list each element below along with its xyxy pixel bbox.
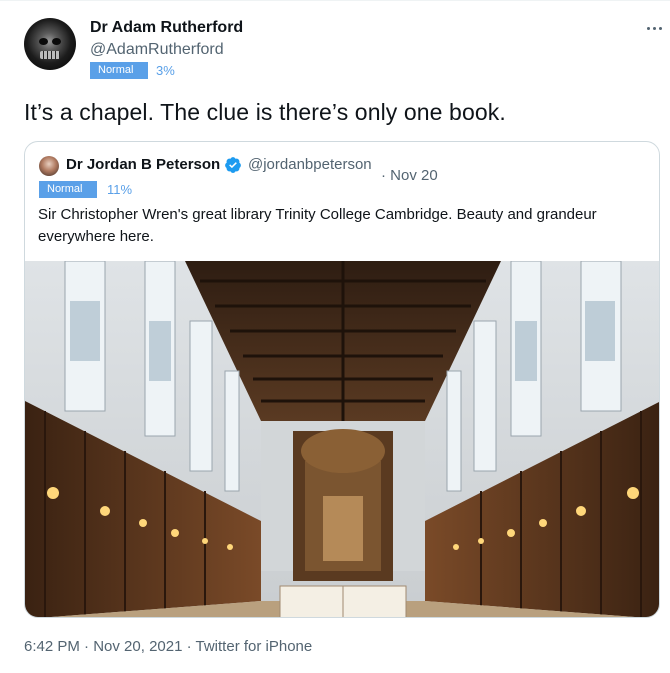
divider <box>0 0 670 1</box>
quoted-badge-row: Normal 11% <box>39 181 132 198</box>
normal-badge: Normal <box>39 181 97 198</box>
normal-badge: Normal <box>90 62 148 79</box>
author-name[interactable]: Dr Adam Rutherford <box>90 19 243 37</box>
dot <box>646 26 650 30</box>
dot <box>658 26 662 30</box>
more-horizontal-icon[interactable] <box>644 18 664 38</box>
separator: · <box>79 638 94 655</box>
quoted-author-name[interactable]: Dr Jordan B Peterson <box>66 156 220 173</box>
skull-teeth <box>40 51 60 59</box>
tweet-source-link[interactable]: Twitter for iPhone <box>196 638 313 655</box>
tweet-meta: 6:42 PM · Nov 20, 2021 · Twitter for iPh… <box>24 638 312 655</box>
verified-badge-icon <box>225 157 241 173</box>
author-badge-row: Normal 3% <box>90 62 175 79</box>
tweet-text: It’s a chapel. The clue is there’s only … <box>24 99 506 125</box>
skull-eye-right <box>52 38 61 45</box>
tweet-detail: Dr Adam Rutherford @AdamRutherford Norma… <box>0 0 670 673</box>
quoted-date[interactable]: · Nov 20 <box>381 167 438 184</box>
author-avatar[interactable] <box>24 18 76 70</box>
author-handle[interactable]: @AdamRutherford <box>90 41 224 59</box>
chapel-photo[interactable] <box>25 261 660 618</box>
quoted-author-avatar[interactable] <box>39 156 59 176</box>
quoted-tweet[interactable]: Dr Jordan B Peterson @jordanbpeterson · … <box>24 141 660 618</box>
badge-percent: 11% <box>107 182 133 197</box>
tweet-date-link[interactable]: Nov 20, 2021 <box>93 638 182 655</box>
skull-eye-left <box>39 38 48 45</box>
quoted-tweet-text: Sir Christopher Wren's great library Tri… <box>38 206 597 245</box>
tweet-time-link[interactable]: 6:42 PM <box>24 638 80 655</box>
badge-percent: 3% <box>156 63 175 78</box>
quoted-author-handle[interactable]: @jordanbpeterson <box>248 156 372 173</box>
separator: · <box>182 638 196 655</box>
dot <box>652 26 656 30</box>
